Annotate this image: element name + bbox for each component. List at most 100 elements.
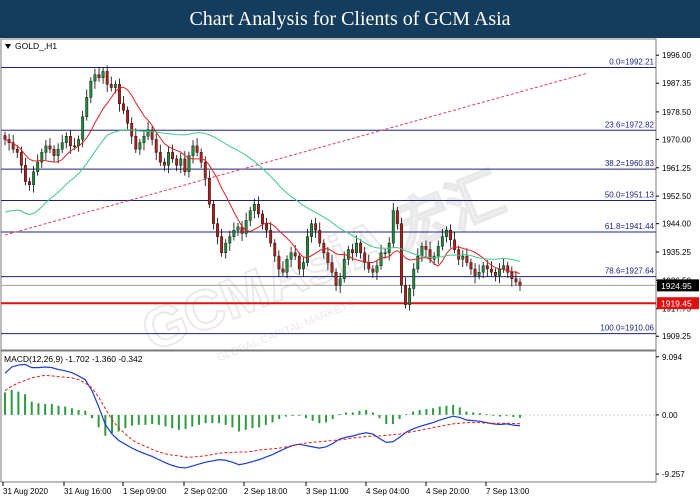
macd-histogram-bar	[458, 407, 461, 415]
candle-body	[518, 281, 522, 286]
macd-histogram-bar	[512, 414, 515, 417]
macd-histogram-bar	[37, 403, 40, 415]
macd-histogram-bar	[318, 414, 321, 424]
macd-histogram-bar	[311, 414, 314, 421]
candle-body	[494, 272, 497, 276]
macd-histogram-bar	[144, 414, 147, 425]
candle-body	[514, 278, 518, 283]
candle-body	[351, 249, 354, 254]
candle-body	[404, 285, 407, 305]
candle-body	[32, 171, 36, 185]
candle-body	[301, 262, 305, 270]
macd-histogram-bar	[271, 414, 274, 423]
macd-histogram-bar	[191, 414, 194, 427]
candle-body	[465, 255, 469, 263]
candle-body	[449, 229, 452, 241]
banner-title: Chart Analysis for Clients of GCM Asia	[189, 8, 511, 30]
candle-body	[293, 252, 297, 257]
candle-body	[81, 116, 85, 140]
candle-body	[101, 71, 105, 79]
candle-body	[330, 262, 334, 273]
candle-body	[44, 145, 48, 153]
macd-histogram-bar	[211, 414, 214, 424]
candle-body	[326, 252, 330, 263]
macd-histogram-bar	[4, 392, 6, 415]
candle-body	[485, 265, 489, 270]
macd-tick-label: 9.094	[662, 353, 683, 362]
fib-label: 0.0=1992.21	[609, 57, 654, 66]
price-tick-label: 1952.50	[662, 192, 691, 201]
candle-body	[97, 74, 101, 79]
macd-histogram-bar	[157, 414, 160, 425]
fib-label: 78.6=1927.64	[605, 267, 655, 276]
candle-body	[489, 268, 493, 273]
candle-body	[289, 252, 293, 260]
candle-body	[285, 259, 289, 273]
fib-label: 23.6=1972.82	[605, 120, 655, 129]
candle-body	[281, 268, 285, 273]
candle-body	[85, 97, 89, 117]
macd-histogram-bar	[258, 414, 261, 428]
candle-body	[371, 268, 375, 273]
price-tick-label: 1978.50	[662, 108, 691, 117]
macd-histogram-bar	[30, 401, 33, 415]
macd-histogram-bar	[351, 412, 354, 415]
candle-body	[154, 139, 158, 153]
macd-histogram-bar	[251, 414, 254, 429]
macd-histogram-bar	[378, 414, 381, 419]
candle-body	[502, 265, 506, 270]
macd-histogram-bar	[97, 414, 100, 428]
candle-body	[469, 262, 473, 270]
macd-histogram-bar	[345, 412, 348, 415]
candle-body	[118, 84, 121, 104]
candle-body	[134, 135, 138, 150]
candle-body	[207, 178, 211, 205]
candle-body	[56, 148, 60, 156]
macd-histogram-bar	[50, 404, 53, 415]
candle-body	[391, 210, 395, 244]
price-tick-label: 1970.00	[662, 135, 691, 144]
candle-body	[477, 272, 481, 276]
candle-body	[412, 268, 416, 289]
time-tick-label: 31 Aug 16:00	[64, 487, 112, 496]
price-tick-label: 1944.00	[662, 220, 691, 229]
candle-body	[203, 161, 207, 179]
candle-body	[28, 181, 31, 185]
candle-body	[122, 103, 125, 111]
candle-body	[113, 84, 117, 88]
candle-body	[252, 204, 256, 211]
time-tick-label: 2 Sep 02:00	[184, 487, 228, 496]
candle-body	[338, 278, 342, 286]
macd-histogram-bar	[385, 414, 388, 425]
candle-body	[236, 226, 240, 231]
candle-body	[232, 229, 236, 237]
macd-histogram-bar	[137, 414, 140, 425]
candle-body	[138, 142, 142, 150]
candle-body	[216, 223, 219, 237]
macd-histogram-bar	[432, 408, 435, 415]
candle-body	[461, 255, 465, 260]
candle-body	[244, 220, 248, 234]
price-tick-label: 1909.25	[662, 332, 691, 341]
candle-body	[375, 265, 379, 273]
candle-body	[64, 135, 68, 143]
macd-histogram-bar	[77, 409, 80, 415]
candle-body	[367, 262, 371, 270]
candle-body	[261, 213, 264, 224]
macd-histogram-bar	[238, 414, 241, 432]
time-tick-label: 7 Sep 13:00	[486, 487, 530, 496]
macd-histogram-bar	[438, 406, 441, 415]
candle-body	[179, 158, 183, 166]
fib-label: 100.0=1910.06	[600, 324, 654, 333]
macd-histogram-bar	[151, 414, 154, 425]
macd-histogram-bar	[398, 414, 401, 420]
candle-body	[277, 255, 281, 270]
symbol-label: GOLD_,H1	[15, 41, 57, 51]
macd-histogram-bar	[184, 414, 187, 430]
time-tick-label: 31 Aug 2020	[3, 487, 48, 496]
price-tick-label: 1935.25	[662, 248, 691, 257]
candle-body	[142, 135, 146, 143]
candle-body	[334, 272, 338, 286]
macd-axis: 9.094 0.00 -9.257	[656, 353, 685, 479]
candle-body	[355, 242, 358, 254]
